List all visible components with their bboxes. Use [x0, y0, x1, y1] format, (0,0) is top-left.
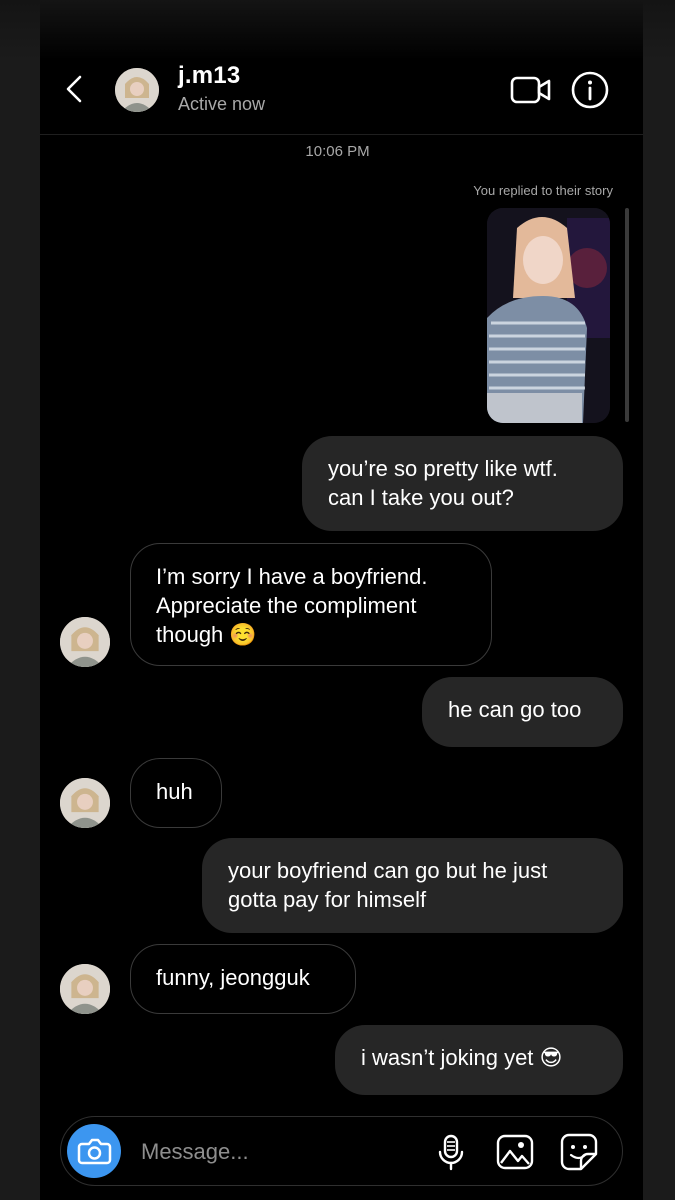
chevron-left-icon[interactable]: [60, 74, 90, 104]
sticker-icon[interactable]: [559, 1132, 599, 1172]
info-icon[interactable]: [570, 70, 610, 110]
message-bubble-outgoing[interactable]: you’re so pretty like wtf. can I take yo…: [302, 436, 623, 531]
status-bar-area: [0, 0, 675, 60]
chat-username[interactable]: j.m13: [178, 62, 240, 90]
story-thumbnail[interactable]: [487, 208, 610, 423]
camera-icon: [77, 1138, 112, 1165]
image-gallery-icon[interactable]: [495, 1132, 535, 1172]
scrollbar[interactable]: [625, 208, 629, 422]
microphone-icon[interactable]: [431, 1132, 471, 1172]
active-status: Active now: [178, 94, 266, 114]
message-bubble-incoming[interactable]: huh: [130, 758, 222, 828]
message-bubble-outgoing[interactable]: he can go too: [422, 677, 623, 747]
message-bubble-incoming[interactable]: I’m sorry I have a boyfriend. Appreciate…: [130, 543, 492, 666]
header-avatar[interactable]: [115, 68, 159, 112]
camera-button[interactable]: [67, 1124, 121, 1178]
message-input[interactable]: Message...: [141, 1139, 249, 1165]
message-composer: Message...: [60, 1116, 623, 1186]
sender-avatar[interactable]: [60, 964, 110, 1014]
sender-avatar[interactable]: [60, 778, 110, 828]
sender-avatar[interactable]: [60, 617, 110, 667]
message-timestamp: 10:06 PM: [305, 143, 370, 160]
video-camera-icon[interactable]: [510, 74, 552, 106]
chat-header: j.m13 Active now: [40, 60, 643, 135]
story-reply-note: You replied to their story: [473, 183, 613, 198]
message-bubble-outgoing[interactable]: i wasn’t joking yet 😎: [335, 1025, 623, 1095]
message-bubble-incoming[interactable]: funny, jeongguk: [130, 944, 356, 1014]
message-bubble-outgoing[interactable]: your boyfriend can go but he just gotta …: [202, 838, 623, 933]
